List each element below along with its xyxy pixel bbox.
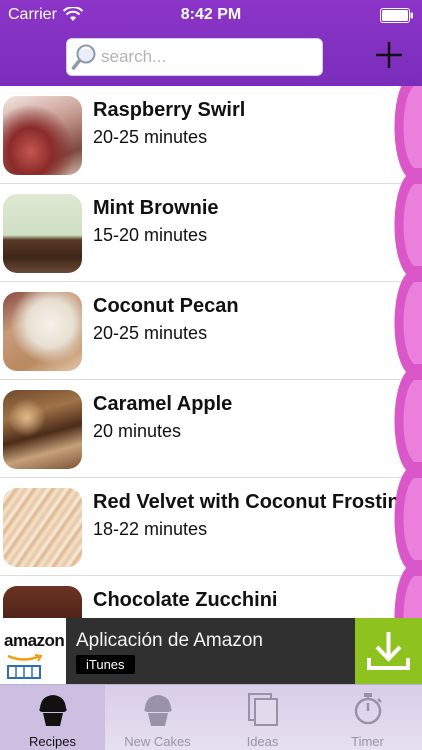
recipe-thumbnail xyxy=(3,586,82,618)
ad-store-badge: iTunes xyxy=(76,655,135,674)
ad-banner[interactable]: amazon Aplicación de Amazon iTunes xyxy=(0,618,422,684)
ad-brand: amazon xyxy=(4,631,65,650)
stopwatch-icon xyxy=(354,693,382,725)
tab-label: Timer xyxy=(351,734,384,749)
status-time: 8:42 PM xyxy=(180,6,242,23)
download-icon xyxy=(367,632,410,670)
tab-timer[interactable]: Timer xyxy=(315,685,420,750)
status-bar: Carrier 8:42 PM xyxy=(0,0,422,30)
recipe-row[interactable]: Red Velvet with Coconut Frosting 18-22 m… xyxy=(0,478,422,576)
recipe-row[interactable]: Chocolate Zucchini xyxy=(0,576,422,618)
recipe-time: 20-25 minutes xyxy=(93,127,208,147)
tab-label: New Cakes xyxy=(124,734,191,749)
recipe-thumbnail xyxy=(3,292,82,371)
recipe-time: 20-25 minutes xyxy=(93,323,208,343)
recipe-row[interactable]: Caramel Apple 20 minutes xyxy=(0,380,422,478)
recipe-name: Caramel Apple xyxy=(93,393,233,415)
recipe-thumbnail xyxy=(3,194,82,273)
tab-ideas[interactable]: Ideas xyxy=(210,685,315,750)
tab-new-cakes[interactable]: New Cakes xyxy=(105,685,210,750)
tab-label: Recipes xyxy=(29,734,76,749)
recipe-name: Chocolate Zucchini xyxy=(93,589,278,611)
recipe-name: Coconut Pecan xyxy=(93,295,239,317)
recipe-name: Mint Brownie xyxy=(93,197,219,219)
ad-download-button[interactable] xyxy=(355,618,422,684)
recipe-thumbnail xyxy=(3,96,82,175)
battery-icon xyxy=(380,8,413,23)
ad-logo: amazon xyxy=(0,618,66,684)
recipe-thumbnail xyxy=(3,488,82,567)
cupcake-icon xyxy=(39,695,67,726)
recipe-row[interactable]: Coconut Pecan 20-25 minutes xyxy=(0,282,422,380)
ad-title: Aplicación de Amazon xyxy=(76,630,263,651)
cart-icon xyxy=(7,654,43,679)
search-icon xyxy=(71,44,96,70)
search-input[interactable] xyxy=(101,44,316,70)
tab-label: Ideas xyxy=(246,734,279,749)
recipe-thumbnail xyxy=(3,390,82,469)
recipe-time: 18-22 minutes xyxy=(93,519,208,539)
tab-recipes[interactable]: Recipes xyxy=(0,685,105,750)
recipe-name: Red Velvet with Coconut Frosting xyxy=(93,491,412,513)
recipe-list[interactable]: Raspberry Swirl 20-25 minutes Mint Brown… xyxy=(0,86,422,618)
recipe-row[interactable]: Raspberry Swirl 20-25 minutes xyxy=(0,86,422,184)
pages-icon xyxy=(248,693,278,726)
tab-bar: Recipes New Cakes Ideas Timer xyxy=(0,684,422,750)
nav-header: Carrier 8:42 PM xyxy=(0,0,422,86)
recipe-name: Raspberry Swirl xyxy=(93,99,246,121)
search-bar[interactable] xyxy=(66,38,323,76)
cupcake-icon xyxy=(144,695,172,726)
recipe-row[interactable]: Mint Brownie 15-20 minutes xyxy=(0,184,422,282)
scallop-border xyxy=(394,86,422,618)
add-recipe-button[interactable] xyxy=(372,38,406,72)
recipe-time: 20 minutes xyxy=(93,421,182,441)
recipe-time: 15-20 minutes xyxy=(93,225,208,245)
